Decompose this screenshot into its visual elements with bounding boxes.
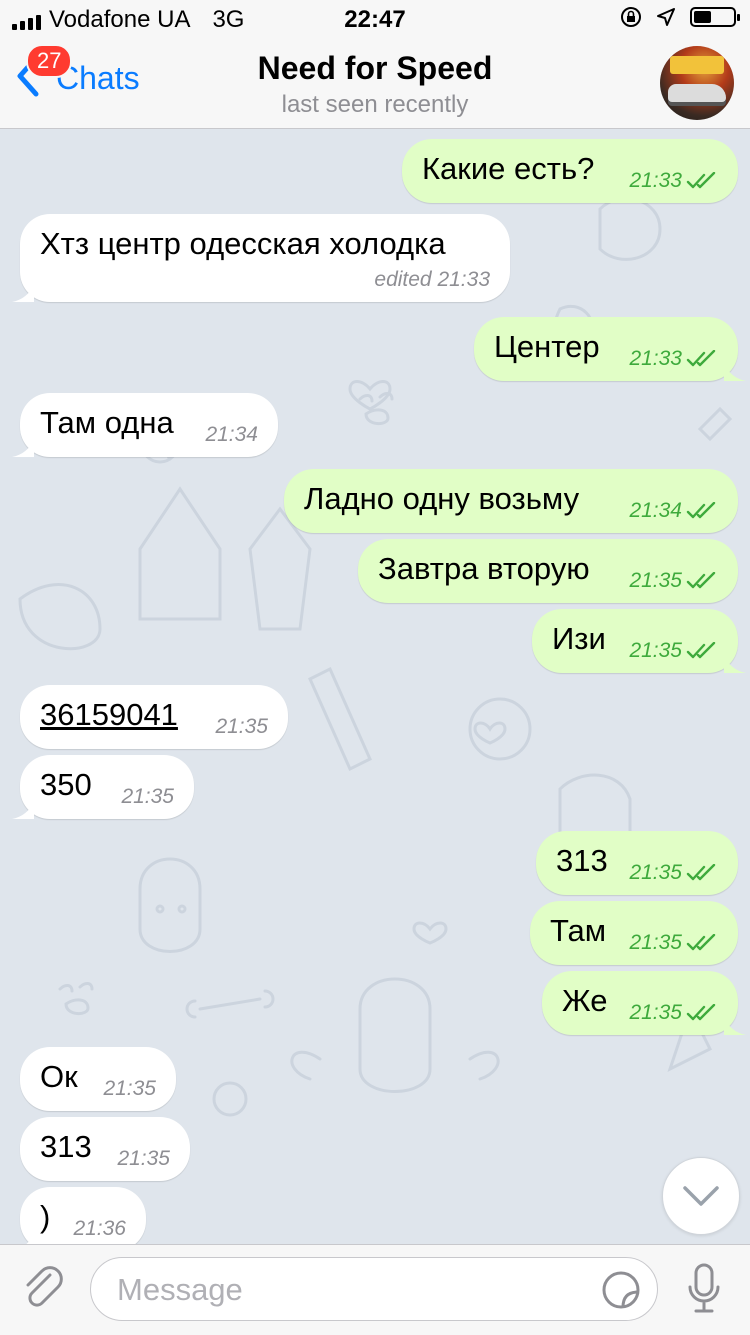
message-list[interactable]: Какие есть? 21:33 Хтз центр одесская холод…: [0, 129, 750, 1244]
message-time: 21:35: [629, 1001, 682, 1024]
double-check-icon: [686, 1004, 716, 1021]
message-time: 21:35: [103, 1077, 156, 1100]
message-time: 21:35: [629, 569, 682, 592]
message-input[interactable]: [115, 1268, 589, 1312]
message-meta: 21:35: [629, 1001, 718, 1025]
bubble-tail: [12, 284, 34, 302]
message-time: 21:35: [629, 639, 682, 662]
message-meta: 21:35: [215, 715, 268, 739]
battery-level: [694, 11, 711, 23]
chat-header: Chats 27 Need for Speed last seen recent…: [0, 40, 750, 129]
incoming-message[interactable]: 350 21:35: [12, 755, 194, 819]
message-text: 313: [40, 1129, 92, 1164]
message-text: Центер: [494, 329, 600, 364]
double-check-icon: [686, 934, 716, 951]
message-text: Ок: [40, 1059, 78, 1094]
double-check-icon: [686, 350, 716, 367]
bubble-tail: [724, 1017, 746, 1035]
message-text: 313: [556, 843, 608, 878]
message-time: 21:33: [629, 347, 682, 370]
double-check-icon: [686, 864, 716, 881]
incoming-message[interactable]: 36159041 21:35: [20, 685, 288, 749]
message-time: 21:35: [629, 931, 682, 954]
message-time: edited 21:33: [374, 268, 490, 291]
message-text: Какие есть?: [422, 151, 595, 186]
bubble-tail: [26, 1233, 34, 1244]
message-time: 21:35: [117, 1147, 170, 1170]
bubble-tail: [12, 439, 34, 457]
lock-rotation-icon: [621, 7, 641, 27]
scroll-to-bottom-button[interactable]: [662, 1157, 740, 1235]
double-check-icon: [686, 502, 716, 519]
chat-title: Need for Speed: [257, 50, 493, 86]
message-text: Же: [562, 983, 608, 1018]
message-meta: 21:35: [117, 1147, 170, 1171]
outgoing-message[interactable]: Ладно одну возьму 21:34: [284, 469, 738, 533]
message-input-bar: [0, 1244, 750, 1335]
message-link[interactable]: 36159041: [40, 697, 178, 733]
message-time: 21:36: [73, 1217, 126, 1240]
incoming-message[interactable]: ) 21:36: [20, 1187, 146, 1244]
message-text: Завтра вторую: [378, 551, 590, 586]
double-check-icon: [686, 642, 716, 659]
battery-icon: [690, 7, 740, 27]
message-meta: 21:35: [629, 639, 718, 663]
chevron-down-icon: [683, 1186, 719, 1206]
message-text: ): [40, 1199, 51, 1234]
avatar-logo: [670, 56, 724, 74]
message-text: 350: [40, 767, 92, 802]
message-text: Ладно одну возьму: [304, 481, 580, 516]
chat-subtitle: last seen recently: [281, 91, 469, 118]
message-meta: edited 21:33: [374, 268, 490, 292]
message-time: 21:34: [205, 423, 258, 446]
incoming-message[interactable]: Там одна 21:34: [12, 393, 278, 457]
double-check-icon: [686, 572, 716, 589]
status-bar: Vodafone UA 3G 22:47: [0, 0, 750, 40]
message-meta: 21:34: [629, 499, 718, 523]
outgoing-message[interactable]: Изи 21:35: [532, 609, 746, 673]
message-time: 21:35: [629, 861, 682, 884]
message-meta: 21:35: [121, 785, 174, 809]
incoming-message[interactable]: Хтз центр одесская холодка edited 21:33: [12, 214, 510, 302]
message-meta: 21:33: [629, 347, 718, 371]
outgoing-message[interactable]: 313 21:35: [536, 831, 738, 895]
outgoing-message[interactable]: Там 21:35: [530, 901, 738, 965]
outgoing-message[interactable]: Центер 21:33: [474, 317, 746, 381]
message-text: Там: [550, 913, 607, 948]
message-time: 21:33: [629, 169, 682, 192]
double-check-icon: [686, 172, 716, 189]
message-meta: 21:35: [629, 931, 718, 955]
location-icon: [657, 8, 675, 26]
message-meta: 21:35: [103, 1077, 156, 1101]
message-time: 21:35: [121, 785, 174, 808]
message-meta: 21:36: [73, 1217, 126, 1241]
message-time: 21:34: [629, 499, 682, 522]
outgoing-message[interactable]: Какие есть? 21:33: [402, 139, 738, 203]
chat-title-area[interactable]: Need for Speed last seen recently: [0, 50, 750, 119]
message-text: Изи: [552, 621, 606, 656]
incoming-message[interactable]: 313 21:35: [20, 1117, 190, 1181]
message-meta: 21:35: [629, 569, 718, 593]
outgoing-message[interactable]: Же 21:35: [542, 971, 746, 1035]
bubble-tail: [724, 655, 746, 673]
microphone-icon[interactable]: [686, 1261, 722, 1317]
message-meta: 21:35: [629, 861, 718, 885]
sticker-icon[interactable]: [601, 1270, 641, 1310]
message-text: Хтз центр одесская холодка: [40, 226, 446, 261]
bubble-tail: [724, 363, 746, 381]
outgoing-message[interactable]: Завтра вторую 21:35: [358, 539, 738, 603]
avatar-car: [668, 84, 726, 102]
message-meta: 21:33: [629, 169, 718, 193]
message-input-wrapper: [90, 1257, 658, 1321]
chat-avatar[interactable]: [660, 46, 734, 120]
message-text: Там одна: [40, 405, 174, 440]
incoming-message[interactable]: Ок 21:35: [20, 1047, 176, 1111]
paperclip-icon[interactable]: [20, 1265, 68, 1313]
message-meta: 21:34: [205, 423, 258, 447]
message-time: 21:35: [215, 715, 268, 738]
bubble-tail: [12, 801, 34, 819]
